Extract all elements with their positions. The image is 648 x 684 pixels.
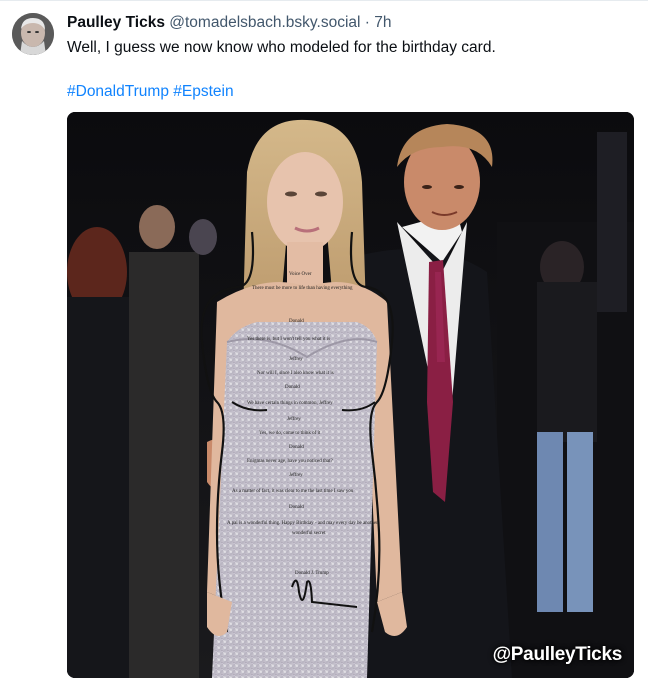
svg-text:Donald: Donald [289, 319, 304, 324]
display-name[interactable]: Paulley Ticks [67, 14, 165, 31]
svg-text:Donald J. Trump: Donald J. Trump [295, 571, 329, 576]
svg-text:A pal is a wonderful thing. Ha: A pal is a wonderful thing. Happy Birthd… [227, 521, 378, 526]
post-image[interactable]: Voice Over There must be more to life th… [67, 112, 634, 678]
svg-text:We have certain things in comm: We have certain things in common, Jeffre… [247, 401, 333, 406]
svg-text:Jeffrey: Jeffrey [287, 417, 301, 422]
hashtag-donaldtrump[interactable]: #DonaldTrump [67, 83, 169, 100]
svg-text:Enigmas never age, have you no: Enigmas never age, have you noticed that… [247, 459, 333, 464]
svg-text:Yes, we do, come to think of i: Yes, we do, come to think of it [259, 431, 321, 436]
svg-text:Voice Over: Voice Over [289, 272, 312, 277]
photo-illustration: Voice Over There must be more to life th… [67, 112, 634, 678]
svg-text:Donald: Donald [289, 505, 304, 510]
image-watermark: @PaulleyTicks [492, 644, 623, 665]
scrollbar[interactable] [640, 1, 648, 684]
user-handle[interactable]: @tomadelsbach.bsky.social [169, 14, 360, 31]
svg-text:Yes there is, but I won't tell: Yes there is, but I won't tell you what … [247, 337, 330, 342]
svg-text:Donald: Donald [285, 385, 300, 390]
header-separator: · [364, 14, 370, 31]
svg-text:As a matter of fact, it was cl: As a matter of fact, it was clear to me … [232, 489, 354, 494]
post[interactable]: Paulley Ticks @tomadelsbach.bsky.social … [0, 0, 648, 683]
svg-text:There must be more to life tha: There must be more to life than having e… [252, 286, 353, 291]
svg-text:Donald: Donald [289, 445, 304, 450]
avatar-image [12, 13, 54, 55]
avatar[interactable] [12, 13, 54, 55]
svg-text:Jeffrey: Jeffrey [289, 473, 303, 478]
svg-text:Jeffrey: Jeffrey [289, 357, 303, 362]
post-timestamp[interactable]: 7h [374, 14, 391, 31]
hashtag-row: #DonaldTrump #Epstein [67, 83, 234, 101]
hashtag-epstein[interactable]: #Epstein [173, 83, 233, 100]
svg-text:wonderful secret: wonderful secret [292, 531, 326, 536]
svg-text:Nor will I, since I also know: Nor will I, since I also know what it is [257, 371, 334, 376]
post-header: Paulley Ticks @tomadelsbach.bsky.social … [67, 14, 392, 32]
post-text: Well, I guess we now know who modeled fo… [67, 39, 496, 56]
